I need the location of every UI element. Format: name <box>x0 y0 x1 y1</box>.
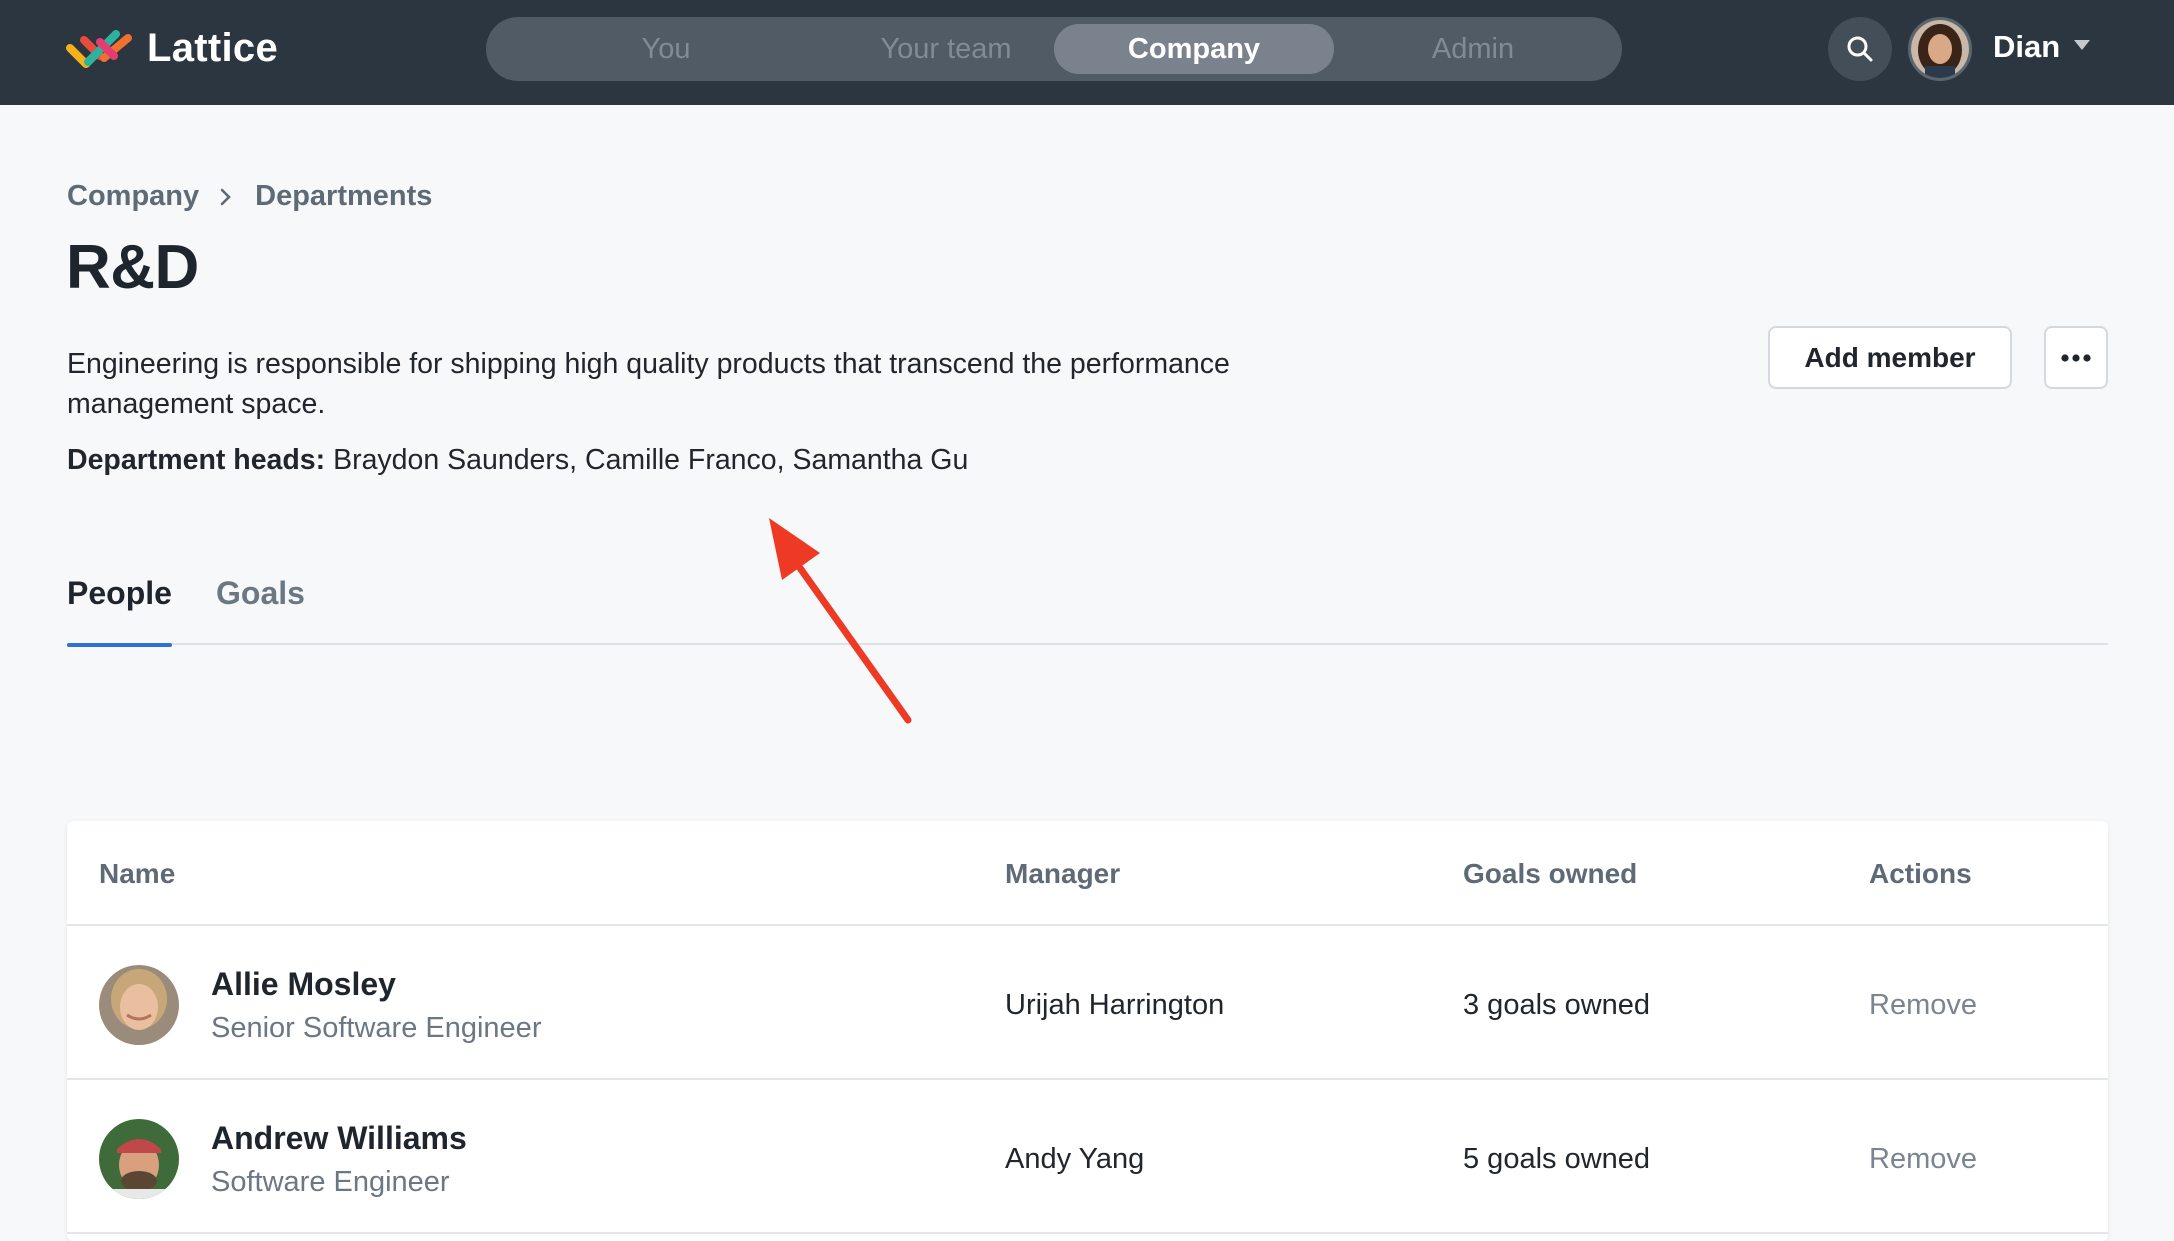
main-nav-tabs: You Your team Company Admin <box>486 17 1622 81</box>
nav-tab-company[interactable]: Company <box>1054 24 1334 74</box>
department-description: Engineering is responsible for shipping … <box>67 348 1230 420</box>
lattice-logo-icon <box>66 29 132 68</box>
logo-text: Lattice <box>147 26 279 70</box>
person-job-title: Software Engineer <box>211 1166 450 1198</box>
avatar[interactable] <box>99 1119 179 1199</box>
column-header-actions: Actions <box>1869 858 1972 889</box>
nav-tab-admin[interactable]: Admin <box>1333 24 1613 74</box>
department-tabs: People Goals <box>67 575 2108 647</box>
tab-goals[interactable]: Goals <box>216 575 305 645</box>
department-heads-label: Department heads: <box>67 444 326 476</box>
avatar[interactable] <box>99 965 179 1045</box>
user-name[interactable]: Dian <box>1993 29 2060 65</box>
breadcrumb-departments[interactable]: Departments <box>255 180 432 213</box>
person-manager: Urijah Harrington <box>1005 989 1225 1021</box>
person-goals-owned[interactable]: 3 goals owned <box>1463 989 1650 1022</box>
add-member-button[interactable]: Add member <box>1768 326 2012 389</box>
person-manager: Andy Yang <box>1005 1143 1145 1175</box>
remove-button[interactable]: Remove <box>1869 989 1977 1022</box>
ellipsis-icon <box>2061 353 2091 362</box>
person-name[interactable]: Andrew Williams <box>211 1120 467 1157</box>
chevron-right-icon <box>220 188 231 205</box>
person-name[interactable]: Allie Mosley <box>211 966 396 1003</box>
table-row[interactable]: Allie Mosley Senior Software Engineer Ur… <box>67 926 2108 1080</box>
person-job-title: Senior Software Engineer <box>211 1012 542 1044</box>
tab-people[interactable]: People <box>67 575 172 647</box>
column-header-goals-owned[interactable]: Goals owned <box>1463 858 1637 890</box>
nav-tab-your-team[interactable]: Your team <box>806 24 1086 74</box>
remove-button[interactable]: Remove <box>1869 1143 1977 1176</box>
department-heads-value: Braydon Saunders, Camille Franco, Samant… <box>325 444 969 476</box>
person-avatar-image <box>99 965 179 1045</box>
page-title: R&D <box>66 233 199 302</box>
table-row[interactable]: Andrew Williams Software Engineer Andy Y… <box>67 1080 2108 1234</box>
search-button[interactable] <box>1828 17 1892 81</box>
person-goals-owned[interactable]: 5 goals owned <box>1463 1143 1650 1176</box>
department-heads: Department heads: Braydon Saunders, Cami… <box>67 444 968 477</box>
person-avatar-image <box>99 1119 179 1199</box>
breadcrumb: Company Departments <box>67 180 432 213</box>
user-avatar-image <box>1911 20 1969 78</box>
column-header-name[interactable]: Name <box>99 858 175 890</box>
people-table: Name Manager Goals owned Actions Allie M… <box>67 821 2108 1241</box>
user-avatar[interactable] <box>1908 17 1972 81</box>
chevron-down-icon[interactable] <box>2074 40 2090 52</box>
column-header-manager[interactable]: Manager <box>1005 858 1120 890</box>
top-nav-bar: Lattice You Your team Company Admin Dian <box>0 0 2174 105</box>
lattice-logo[interactable]: Lattice <box>66 26 278 71</box>
table-header: Name Manager Goals owned Actions <box>67 821 2108 926</box>
search-icon <box>1847 36 1873 62</box>
breadcrumb-company[interactable]: Company <box>67 180 199 213</box>
more-options-button[interactable] <box>2044 326 2108 389</box>
nav-tab-you[interactable]: You <box>526 24 806 74</box>
